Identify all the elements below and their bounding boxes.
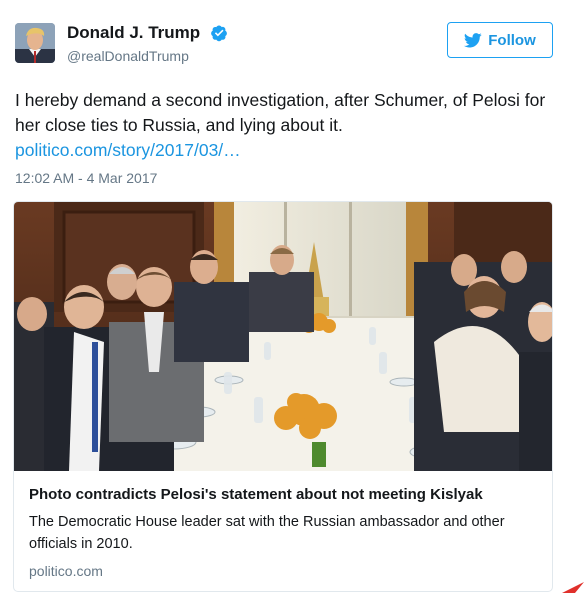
follow-button[interactable]: Follow [447,22,553,58]
display-name[interactable]: Donald J. Trump [67,23,200,43]
tweet-body: I hereby demand a second investigation, … [15,90,546,135]
author-names: Donald J. Trump @realDonaldTrump [67,23,228,64]
tweet-text-block: I hereby demand a second investigation, … [15,88,555,163]
avatar[interactable] [15,23,55,63]
tweet-timestamp[interactable]: 12:02 AM - 4 Mar 2017 [15,170,157,186]
card-domain: politico.com [29,563,103,579]
card-body: Photo contradicts Pelosi's statement abo… [14,471,552,591]
avatar-image [15,23,55,63]
author-handle[interactable]: @realDonaldTrump [67,48,228,64]
tweet-link[interactable]: politico.com/story/2017/03/… [15,138,555,163]
twitter-bird-icon [464,32,482,47]
follow-button-label: Follow [488,31,536,49]
card-title[interactable]: Photo contradicts Pelosi's statement abo… [29,485,539,505]
tweet-header: Donald J. Trump @realDonaldTrump Follow [15,20,555,70]
link-card[interactable]: Photo contradicts Pelosi's statement abo… [13,201,553,592]
verified-badge-icon [210,25,227,42]
card-description: The Democratic House leader sat with the… [29,514,505,552]
corner-arrow-icon [562,582,584,593]
meeting-photo [14,202,552,471]
card-photo [14,202,552,471]
